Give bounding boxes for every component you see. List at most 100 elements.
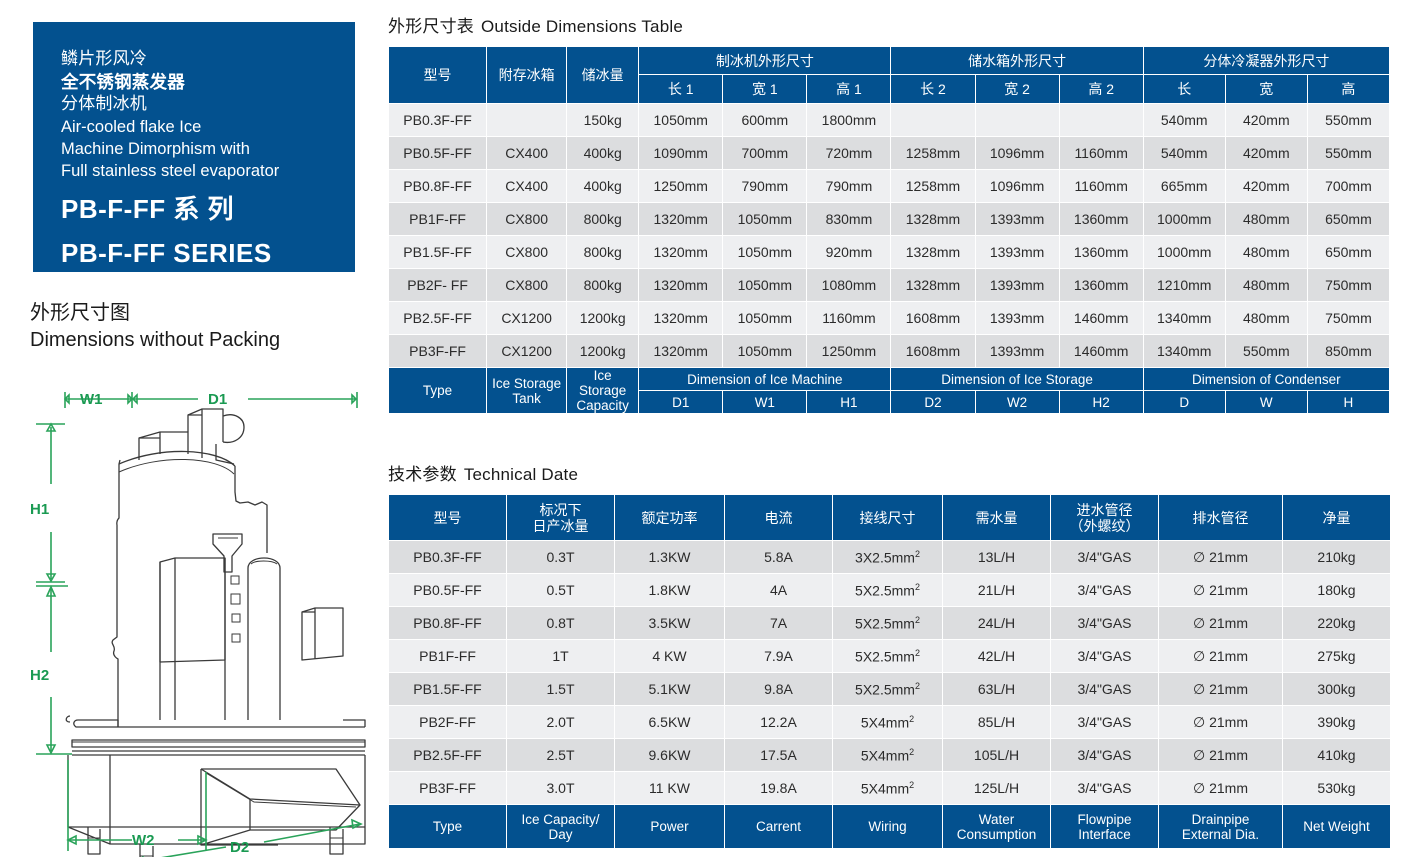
table-cell: 105L/H	[942, 738, 1051, 772]
dim-h1-group: H1	[30, 422, 65, 583]
table-cell: 5.8A	[724, 540, 833, 574]
cell-model: PB2F- FF	[387, 268, 488, 302]
table-cell: 1320mm	[638, 235, 724, 269]
table-cell: 1608mm	[890, 301, 976, 335]
table-cell: 1460mm	[1058, 301, 1144, 335]
table-cell: 550mm	[1306, 136, 1391, 170]
tf-line: External Dia.	[1181, 826, 1260, 842]
table1-foot: Type Ice Storage Tank Ice Storage Capaci…	[387, 367, 1391, 414]
table-row: PB3F-FF 3.0T 11 KW 19.8A 5X4mm2 125L/H 3/4"GAS…	[388, 771, 1391, 805]
tf-tech-1: Ice Capacity/Day	[506, 804, 615, 849]
tf-line: Day	[548, 826, 573, 842]
table-cell: 3/4"GAS	[1050, 672, 1159, 706]
table-cell: ∅ 21mm	[1158, 606, 1283, 640]
table-cell: 1320mm	[638, 202, 724, 236]
tf-tech-0: Type	[388, 804, 507, 849]
table-cell: 85L/H	[942, 705, 1051, 739]
cell-model: PB1.5F-FF	[387, 235, 488, 269]
tf-line: Ice Capacity/	[521, 811, 600, 827]
dim-label-d1: D1	[208, 391, 227, 408]
table-cell: 1.3KW	[614, 540, 725, 574]
table-row: PB1F-FF 1T 4 KW 7.9A 5X2.5mm2 42L/H 3/4"GAS ∅ 2…	[388, 639, 1391, 673]
table-cell: 3/4"GAS	[1050, 573, 1159, 607]
table-cell: 400kg	[566, 136, 640, 170]
table-cell: ∅ 21mm	[1158, 540, 1283, 574]
th-tech-5: 需水量	[942, 494, 1051, 541]
th-sub-2: 高 1	[806, 74, 892, 104]
machine-dimension-drawing: W1 D1 H1 H2 D2 W2	[20, 372, 380, 867]
table-cell: 13L/H	[942, 540, 1051, 574]
th-line: 日产冰量	[532, 517, 589, 534]
tf-line: Carrent	[755, 819, 801, 834]
tf-sub-5: H2	[1058, 390, 1144, 414]
tf-line: Drainpipe	[1191, 811, 1250, 827]
table-cell: 4A	[724, 573, 833, 607]
table-cell: ∅ 21mm	[1158, 771, 1283, 805]
tf-tech-8: Net Weight	[1282, 804, 1391, 849]
table-cell: 1328mm	[890, 268, 976, 302]
table-cell: 480mm	[1224, 301, 1308, 335]
tf-tech-2: Power	[614, 804, 725, 849]
th-line: （外螺纹）	[1069, 517, 1140, 534]
table-row: PB0.8F-FF CX400 400kg 1250mm 790mm 790mm 1258m…	[387, 169, 1391, 203]
table-cell: 5X4mm2	[832, 738, 943, 772]
cell-model: PB3F-FF	[387, 334, 488, 368]
table-cell: 1608mm	[890, 334, 976, 368]
table-cell: 1160mm	[806, 301, 892, 335]
cell-model: PB1F-FF	[387, 202, 488, 236]
table2-head: 型号 标况下 日产冰量 额定功率 电流 接线尺寸 需水量 进水管径 （外螺纹） 排水管径 净量	[388, 494, 1391, 541]
table-cell: 480mm	[1224, 235, 1308, 269]
tf-sub-3: D2	[890, 390, 976, 414]
tf-tech-4: Wiring	[832, 804, 943, 849]
table-cell: 1258mm	[890, 169, 976, 203]
tf-group-ice-storage: Dimension of Ice Storage	[890, 367, 1144, 391]
dim-label-w1: W1	[80, 391, 103, 408]
th-sub-1: 宽 1	[722, 74, 808, 104]
table-cell: 210kg	[1282, 540, 1391, 574]
table-cell: 5X4mm2	[832, 771, 943, 805]
left-column: 鳞片形风冷 全不锈钢蒸发器 分体制冰机 Air-cooled flake Ice…	[0, 0, 380, 867]
table-cell: 0.5T	[506, 573, 615, 607]
table-cell: 530kg	[1282, 771, 1391, 805]
table-cell: 9.8A	[724, 672, 833, 706]
table-row: PB2F-FF 2.0T 6.5KW 12.2A 5X4mm2 85L/H 3/4"GAS ∅…	[388, 705, 1391, 739]
th-sub-6: 长	[1142, 74, 1226, 104]
table-cell: 63L/H	[942, 672, 1051, 706]
table-cell: ∅ 21mm	[1158, 705, 1283, 739]
th-tech-3: 电流	[724, 494, 833, 541]
th-line: 排水管径	[1192, 509, 1249, 526]
tf-tech-7: Drainpipe External Dia.	[1158, 804, 1283, 849]
hero-en-line-1: Air-cooled flake Ice	[61, 117, 202, 136]
th-tech-2: 额定功率	[614, 494, 725, 541]
table-cell: 2.5T	[506, 738, 615, 772]
th-group-ice-storage: 储水箱外形尺寸	[890, 46, 1144, 75]
table-row: PB2F- FF CX800 800kg 1320mm 1050mm 1080mm 1328…	[387, 268, 1391, 302]
dimensions-heading-cn: 外形尺寸图	[30, 302, 130, 324]
dim-label-w2: W2	[132, 832, 155, 849]
table-cell: 3.0T	[506, 771, 615, 805]
th-tech-4: 接线尺寸	[832, 494, 943, 541]
table1-title: 外形尺寸表 Outside Dimensions Table	[388, 12, 1398, 37]
tf-ice-storage-tank: Ice Storage Tank	[486, 367, 568, 414]
cell-model: PB3F-FF	[388, 771, 507, 805]
tf-line: Consumption	[956, 826, 1037, 842]
table1-title-cn: 外形尺寸表	[388, 17, 474, 36]
table-cell: 1000mm	[1142, 235, 1226, 269]
cell-model: PB0.3F-FF	[388, 540, 507, 574]
table-cell: 1.5T	[506, 672, 615, 706]
table2-foot: Type Ice Capacity/Day Power Carrent Wiring Wa…	[388, 804, 1391, 849]
table2-footer-row: Type Ice Capacity/Day Power Carrent Wiring Wa…	[388, 804, 1391, 849]
table-cell: 920mm	[806, 235, 892, 269]
table-cell: 1360mm	[1058, 268, 1144, 302]
tf-sub-6: D	[1142, 390, 1226, 414]
cell-model: PB2F-FF	[388, 705, 507, 739]
dim-top-group: W1 D1	[63, 391, 358, 408]
table-cell: 480mm	[1224, 268, 1308, 302]
table2-header-row: 型号 标况下 日产冰量 额定功率 电流 接线尺寸 需水量 进水管径 （外螺纹） 排水管径 净量	[388, 494, 1391, 541]
table-cell: 420mm	[1224, 169, 1308, 203]
technical-data-table: 型号 标况下 日产冰量 额定功率 电流 接线尺寸 需水量 进水管径 （外螺纹） 排水管径 净量 PB…	[388, 494, 1391, 849]
table-cell: 5X4mm2	[832, 705, 943, 739]
tf-tech-3: Carrent	[724, 804, 833, 849]
table-cell: 1250mm	[806, 334, 892, 368]
